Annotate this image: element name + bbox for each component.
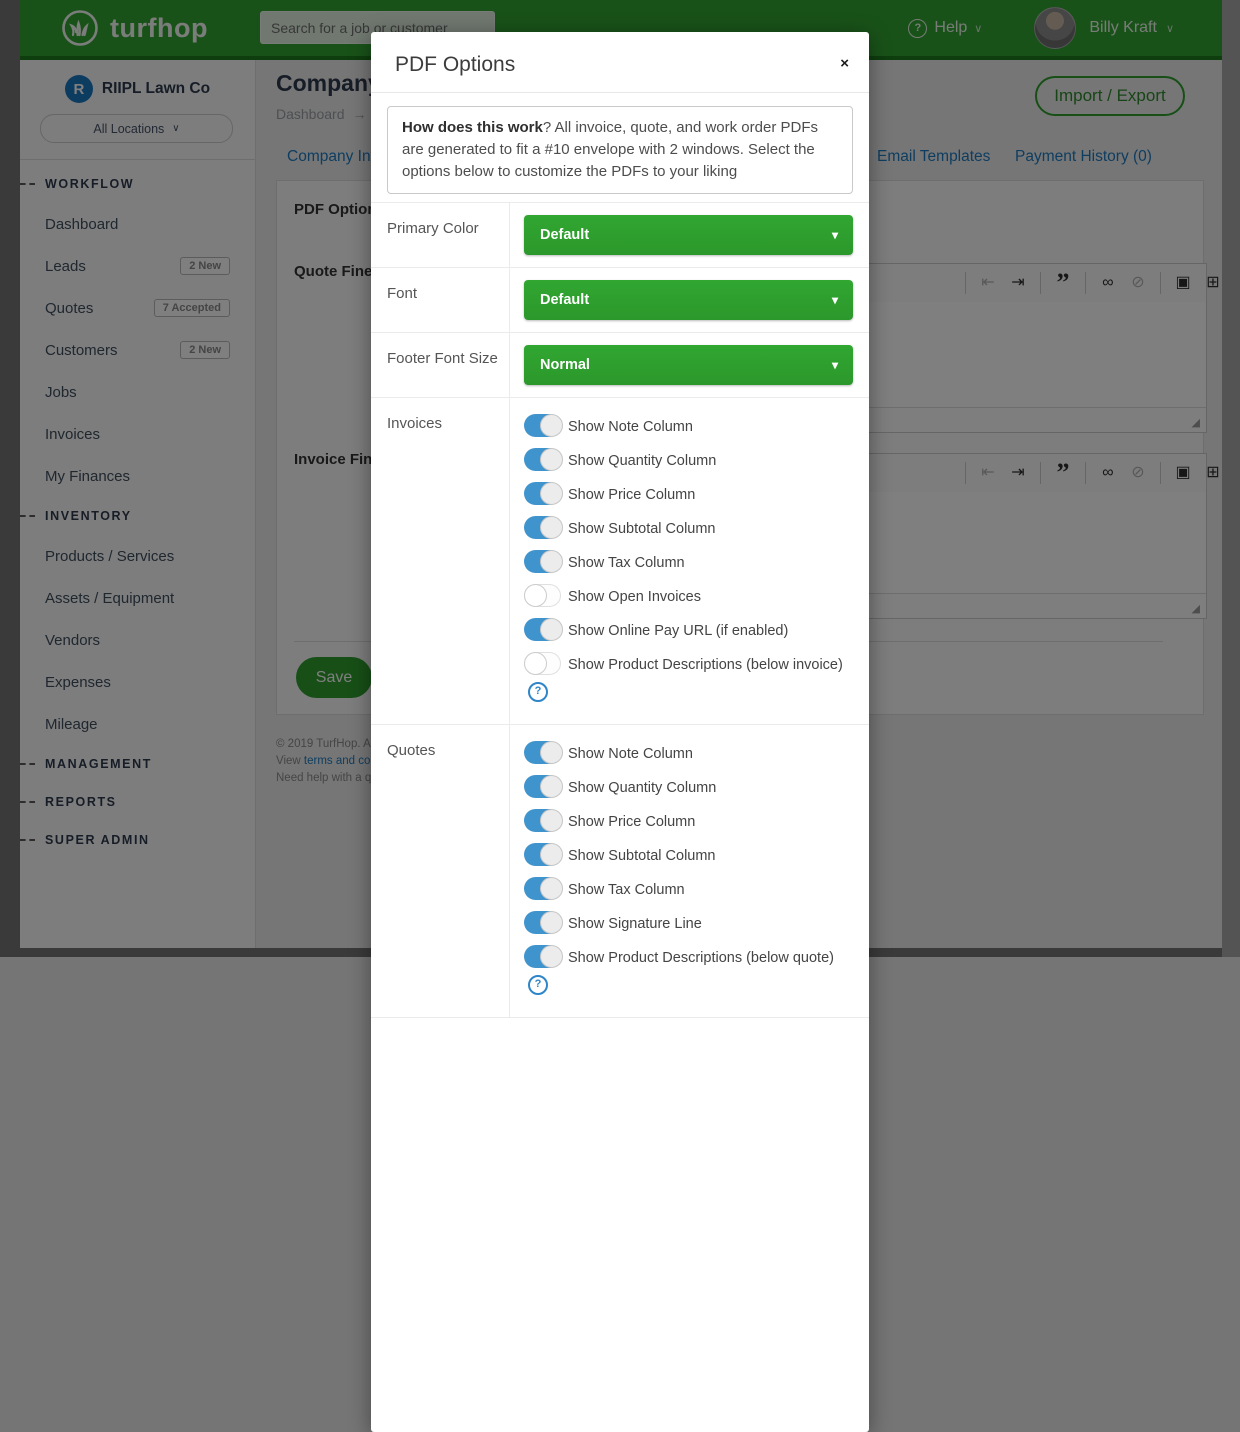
toggle-group: Show Note Column Show Quantity Column Show… xyxy=(524,737,853,995)
dropdown-value: Default xyxy=(540,227,589,243)
toggle-switch[interactable] xyxy=(524,584,561,607)
modal-title: PDF Options xyxy=(395,53,515,76)
close-icon[interactable]: × xyxy=(840,56,849,71)
toggle-row: Show Signature Line xyxy=(524,911,853,935)
toggle-label: Show Online Pay URL (if enabled) xyxy=(568,623,788,639)
toggle-row: Show Note Column xyxy=(524,741,853,765)
modal-field-row: Font Default ▾ xyxy=(371,268,869,333)
toggle-switch[interactable] xyxy=(524,550,561,573)
dropdown-value: Default xyxy=(540,292,589,308)
toggle-switch[interactable] xyxy=(524,809,561,832)
field-label: Font xyxy=(371,268,510,332)
toggle-switch[interactable] xyxy=(524,516,561,539)
toggle-switch[interactable] xyxy=(524,911,561,934)
toggle-switch[interactable] xyxy=(524,618,561,641)
modal-intro-box: How does this work? All invoice, quote, … xyxy=(387,106,853,194)
toggle-switch[interactable] xyxy=(524,843,561,866)
toggle-label: Show Quantity Column xyxy=(568,453,716,469)
dropdown-select[interactable]: Normal ▾ xyxy=(524,345,853,385)
toggle-label: Show Quantity Column xyxy=(568,780,716,796)
toggle-label: Show Tax Column xyxy=(568,555,685,571)
chevron-down-icon: ▾ xyxy=(832,293,838,307)
intro-bold-text: How does this work xyxy=(402,119,543,136)
toggle-label: Show Product Descriptions (below quote) xyxy=(568,950,834,966)
toggle-row: Show Tax Column xyxy=(524,550,853,574)
modal-field-row: Footer Font Size Normal ▾ xyxy=(371,333,869,398)
toggle-switch[interactable] xyxy=(524,652,561,675)
chevron-down-icon: ▾ xyxy=(832,228,838,242)
toggle-label: Show Open Invoices xyxy=(568,589,701,605)
toggle-switch[interactable] xyxy=(524,482,561,505)
field-label: Quotes xyxy=(371,725,510,1017)
chevron-down-icon: ▾ xyxy=(832,358,838,372)
toggle-row: Show Open Invoices xyxy=(524,584,853,608)
toggle-label: Show Subtotal Column xyxy=(568,848,716,864)
toggle-row: Show Online Pay URL (if enabled) xyxy=(524,618,853,642)
field-label: Primary Color xyxy=(371,203,510,267)
toggle-row: Show Note Column xyxy=(524,414,853,438)
toggle-label: Show Price Column xyxy=(568,487,695,503)
modal-field-row: Quotes Show Note Column Show Quantity Col… xyxy=(371,725,869,1018)
toggle-label: Show Note Column xyxy=(568,419,693,435)
toggle-row: Show Subtotal Column xyxy=(524,516,853,540)
toggle-label: Show Price Column xyxy=(568,814,695,830)
toggle-row: Show Subtotal Column xyxy=(524,843,853,867)
toggle-row: Show Price Column xyxy=(524,809,853,833)
toggle-row: Show Tax Column xyxy=(524,877,853,901)
modal-field-row: Invoices Show Note Column Show Quantity C… xyxy=(371,398,869,725)
pdf-options-modal: PDF Options × How does this work? All in… xyxy=(371,32,869,1432)
help-circle-icon[interactable]: ? xyxy=(528,682,548,702)
toggle-row: Show Quantity Column xyxy=(524,448,853,472)
toggle-row: Show Product Descriptions (below invoice… xyxy=(524,652,853,702)
toggle-row: Show Price Column xyxy=(524,482,853,506)
help-circle-icon[interactable]: ? xyxy=(528,975,548,995)
field-label: Invoices xyxy=(371,398,510,724)
toggle-label: Show Subtotal Column xyxy=(568,521,716,537)
toggle-row: Show Product Descriptions (below quote)? xyxy=(524,945,853,995)
toggle-switch[interactable] xyxy=(524,741,561,764)
toggle-switch[interactable] xyxy=(524,877,561,900)
dropdown-select[interactable]: Default ▾ xyxy=(524,215,853,255)
toggle-label: Show Signature Line xyxy=(568,916,702,932)
toggle-switch[interactable] xyxy=(524,448,561,471)
modal-field-row: Primary Color Default ▾ xyxy=(371,203,869,268)
toggle-switch[interactable] xyxy=(524,414,561,437)
dropdown-select[interactable]: Default ▾ xyxy=(524,280,853,320)
field-label: Footer Font Size xyxy=(371,333,510,397)
toggle-row: Show Quantity Column xyxy=(524,775,853,799)
toggle-label: Show Note Column xyxy=(568,746,693,762)
modal-form: Primary Color Default ▾ Font Default ▾ xyxy=(371,202,869,1018)
toggle-group: Show Note Column Show Quantity Column Show… xyxy=(524,410,853,702)
toggle-label: Show Tax Column xyxy=(568,882,685,898)
dropdown-value: Normal xyxy=(540,357,590,373)
toggle-switch[interactable] xyxy=(524,775,561,798)
toggle-label: Show Product Descriptions (below invoice… xyxy=(568,657,843,673)
